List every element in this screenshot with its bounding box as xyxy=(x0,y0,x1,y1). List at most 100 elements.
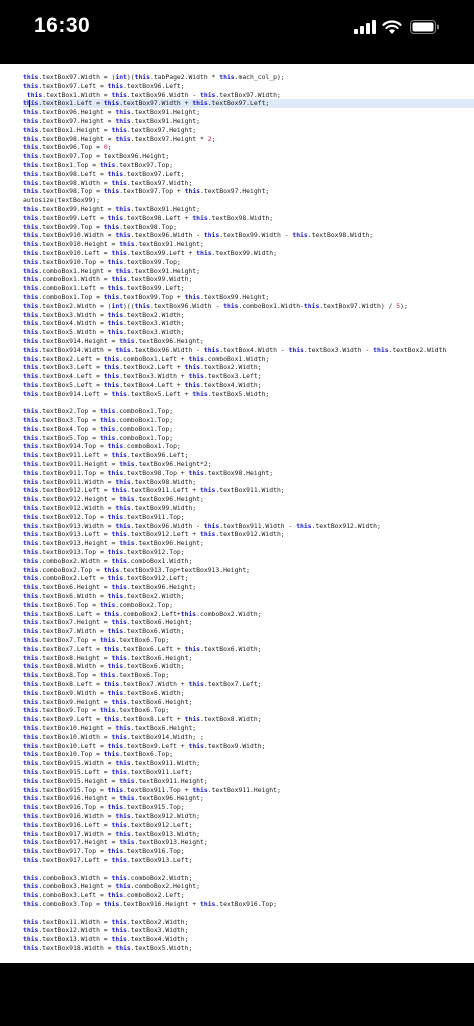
code-line: this.textBox2.Left = this.comboBox1.Left… xyxy=(23,354,270,363)
code-line: this.textBox99.Height = this.textBox91.H… xyxy=(23,204,200,213)
code-line: this.textBox10.Left = this.textBox9.Left… xyxy=(23,741,266,750)
code-line: this.textBox97.Height = this.textBox91.H… xyxy=(23,116,200,125)
code-line: this.textBox3.Left = this.textBox2.Left … xyxy=(23,363,262,372)
code-line: this.textBox7.Width = this.textBox6.Widt… xyxy=(23,627,185,636)
code-line: this.textBox98.Top = this.textBox97.Top … xyxy=(23,187,270,196)
code-line: this.textBox13.Width = this.textBox4.Wid… xyxy=(23,935,189,944)
code-line: this.comboBox1.Height = this.textBox91.H… xyxy=(23,266,200,275)
battery-icon xyxy=(410,20,439,34)
code-line: this.textBox7.Top = this.textBox6.Top; xyxy=(23,636,170,644)
code-line: this.textBox7.Height = this.textBox6.Hei… xyxy=(23,618,193,627)
code-line: this.textBox915.Width = this.textBox911.… xyxy=(23,759,200,768)
code-line: this.textBox915.Left = this.textBox911.L… xyxy=(23,767,193,776)
code-line: this.textBox911.Left = this.textBox96.Le… xyxy=(23,451,189,460)
code-line: this.textBox911.Height = this.textBox96.… xyxy=(23,460,212,469)
code-line: this.textBox912.Top = this.textBox911.To… xyxy=(23,512,185,521)
code-line: this.textBox6.Height = this.textBox96.He… xyxy=(23,583,197,592)
code-line: this.textBox1.Top = this.textBox97.Top; xyxy=(23,160,174,169)
code-line: this.textBox98.Height = this.textBox97.H… xyxy=(23,134,216,143)
code-line: this.textBox96.Height = this.textBox91.H… xyxy=(23,108,200,117)
code-line: this.comboBox3.Top = this.textBox916.Hei… xyxy=(23,899,277,908)
code-line: this.textBox2.Width = (int)((this.textBo… xyxy=(23,301,408,310)
code-editor[interactable]: this.textBox97.Width = (int)(this.tabPag… xyxy=(23,73,474,963)
code-line: this.textBox910.Width = this.textBox96.W… xyxy=(23,231,374,240)
code-line: this.textBox3.Width = this.textBox2.Widt… xyxy=(23,310,185,319)
code-line: this.textBox914.Width = this.textBox96.W… xyxy=(23,345,447,354)
code-line: this.textBox1.Left = this.textBox97.Widt… xyxy=(23,99,474,109)
code-line: this.textBox1.Height = this.textBox97.He… xyxy=(23,125,197,134)
code-line: this.comboBox1.Left = this.textBox99.Lef… xyxy=(23,284,185,293)
text-caret xyxy=(29,100,30,108)
code-line: this.textBox97.Width = (int)(this.tabPag… xyxy=(23,73,285,81)
code-line: this.comboBox3.Height = this.comboBox2.H… xyxy=(23,882,200,891)
code-line: this.textBox12.Width = this.textBox3.Wid… xyxy=(23,926,189,935)
code-line: this.textBox6.Left = this.comboBox2.Left… xyxy=(23,609,262,618)
code-line: this.textBox4.Top = this.comboBox1.Top; xyxy=(23,424,174,433)
wifi-icon xyxy=(382,20,402,34)
code-line: this.textBox912.Width = this.textBox99.W… xyxy=(23,504,197,513)
code-line: this.textBox910.Left = this.textBox99.Le… xyxy=(23,248,277,257)
code-line: this.textBox914.Height = this.textBox96.… xyxy=(23,336,204,345)
code-line: this.textBox6.Top = this.comboBox2.Top; xyxy=(23,600,174,609)
bottom-black-bar xyxy=(0,963,474,1026)
code-line: this.textBox6.Width = this.textBox2.Widt… xyxy=(23,592,185,601)
code-line: this.textBox917.Left = this.textBox913.L… xyxy=(23,855,193,864)
code-line: this.textBox99.Left = this.textBox98.Lef… xyxy=(23,213,274,222)
code-line: this.textBox8.Left = this.textBox7.Width… xyxy=(23,679,262,688)
code-line: this.textBox99.Top = this.textBox98.Top; xyxy=(23,222,177,231)
code-line: this.textBox915.Height = this.textBox911… xyxy=(23,776,208,785)
code-line: this.textBox913.Left = this.textBox912.L… xyxy=(23,530,285,539)
code-line: this.textBox98.Width = this.textBox97.Wi… xyxy=(23,178,193,187)
code-line: this.comboBox1.Top = this.textBox99.Top … xyxy=(23,292,270,301)
code-line: this.textBox3.Top = this.comboBox1.Top; xyxy=(23,416,174,425)
code-line: this.textBox912.Height = this.textBox96.… xyxy=(23,495,204,504)
code-line: this.textBox97.Left = this.textBox96.Lef… xyxy=(23,81,185,90)
code-line: this.textBox9.Height = this.textBox6.Hei… xyxy=(23,697,193,706)
code-line: this.textBox98.Left = this.textBox97.Lef… xyxy=(23,169,185,178)
code-line: this.comboBox3.Left = this.comboBox2.Lef… xyxy=(23,891,185,900)
code-line: this.textBox5.Width = this.textBox3.Widt… xyxy=(23,328,185,337)
code-line: this.textBox9.Top = this.textBox6.Top; xyxy=(23,706,170,715)
code-line: this.textBox10.Width = this.textBox914.W… xyxy=(23,732,204,741)
code-line: this.comboBox3.Width = this.comboBox2.Wi… xyxy=(23,873,193,882)
code-line: this.comboBox2.Left = this.textBox912.Le… xyxy=(23,574,189,583)
code-line: this.textBox910.Height = this.textBox91.… xyxy=(23,240,204,249)
code-line: this.textBox915.Top = this.textBox911.To… xyxy=(23,785,281,794)
code-line: this.textBox913.Top = this.textBox912.To… xyxy=(23,548,185,557)
code-line: this.textBox918.Width = this.textBox5.Wi… xyxy=(23,943,193,952)
code-line: this.textBox1.Width = this.textBox96.Wid… xyxy=(26,90,281,99)
code-line: this.textBox911.Width = this.textBox98.W… xyxy=(23,477,197,486)
code-line: this.comboBox1.Width = this.textBox99.Wi… xyxy=(23,275,193,284)
code-line: this.textBox913.Height = this.textBox96.… xyxy=(23,539,204,548)
status-bar: 16:30 xyxy=(0,0,474,64)
code-line: this.textBox913.Width = this.textBox96.W… xyxy=(23,521,381,530)
code-line: this.textBox5.Top = this.comboBox1.Top; xyxy=(23,433,174,442)
code-line: this.textBox914.Left = this.textBox5.Lef… xyxy=(23,389,270,398)
code-line: this.textBox10.Top = this.textBox6.Top; xyxy=(23,750,174,759)
code-line: this.textBox917.Width = this.textBox913.… xyxy=(23,829,200,838)
code-line: this.textBox916.Top = this.textBox915.To… xyxy=(23,803,185,812)
code-line: this.textBox4.Left = this.textBox3.Width… xyxy=(23,372,262,381)
code-line: this.textBox8.Width = this.textBox6.Widt… xyxy=(23,662,185,671)
code-line: this.textBox4.Width = this.textBox3.Widt… xyxy=(23,319,185,328)
code-line: this.textBox7.Left = this.textBox6.Left … xyxy=(23,644,262,653)
code-line: this.textBox5.Left = this.textBox4.Left … xyxy=(23,380,262,389)
code-line: this.textBox2.Top = this.comboBox1.Top; xyxy=(23,407,174,416)
code-line: this.textBox911.Top = this.textBox98.Top… xyxy=(23,468,274,477)
code-line: this.textBox917.Height = this.textBox913… xyxy=(23,838,208,847)
code-line: this.textBox916.Height = this.textBox96.… xyxy=(23,794,204,803)
code-line: this.textBox914.Top = this.comboBox1.Top… xyxy=(23,442,181,451)
code-line: this.textBox8.Height = this.textBox6.Hei… xyxy=(23,653,193,662)
code-line: this.comboBox2.Top = this.textBox913.Top… xyxy=(23,565,251,574)
code-line: this.textBox912.Left = this.textBox911.L… xyxy=(23,486,285,495)
code-line: this.textBox10.Height = this.textBox6.He… xyxy=(23,723,197,732)
code-line: this.comboBox2.Width = this.comboBox1.Wi… xyxy=(23,556,193,565)
code-line: this.textBox9.Width = this.textBox6.Widt… xyxy=(23,688,185,697)
code-line: this.textBox910.Top = this.textBox99.Top… xyxy=(23,257,181,266)
code-line: this.textBox96.Top = 0; xyxy=(23,143,112,152)
code-line: this.textBox11.Width = this.textBox2.Wid… xyxy=(23,917,189,926)
code-line: this.textBox916.Left = this.textBox912.L… xyxy=(23,820,193,829)
